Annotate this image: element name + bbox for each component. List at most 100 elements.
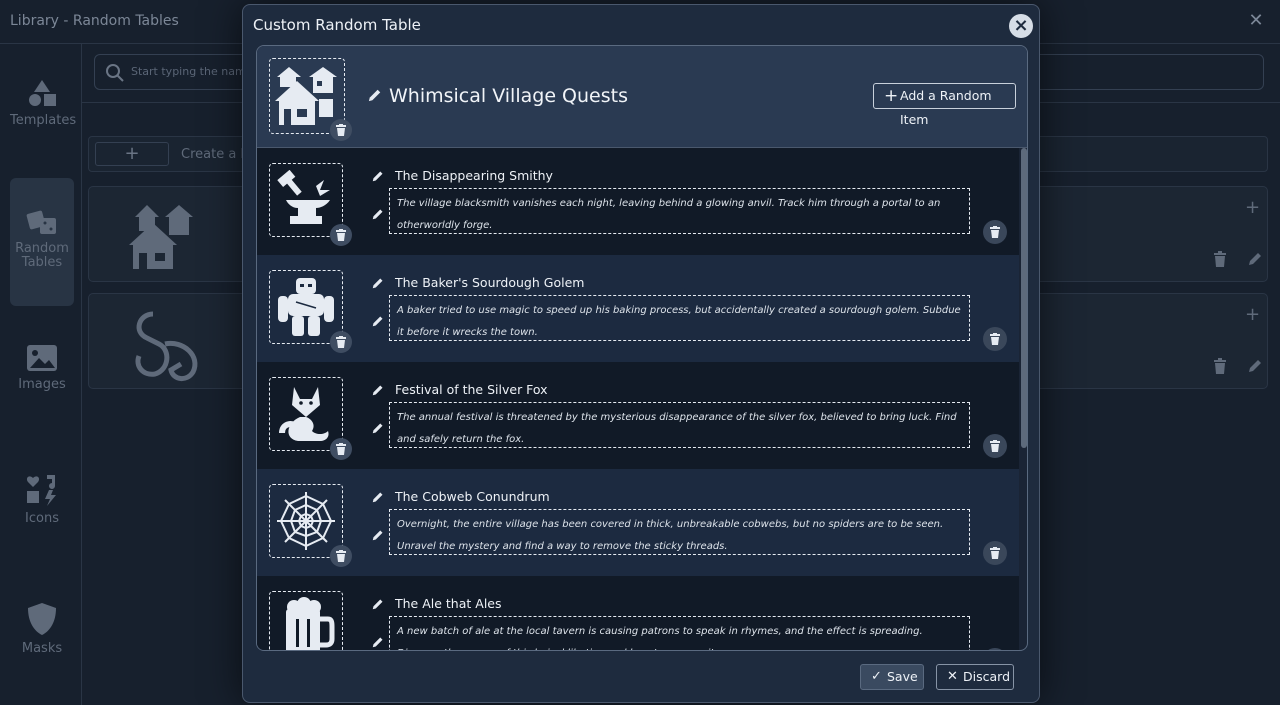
edit-title-icon[interactable] (372, 491, 384, 503)
trash-icon (336, 442, 346, 455)
edit-description-icon[interactable] (372, 208, 384, 220)
nav-item-random-tables[interactable]: Random Tables (10, 178, 74, 306)
delete-item-button[interactable] (983, 648, 1007, 650)
item-image-slot[interactable] (269, 377, 352, 460)
village-icon (129, 205, 193, 269)
edit-description-icon[interactable] (372, 529, 384, 541)
trash-icon (336, 335, 346, 348)
card-trash-icon[interactable] (1213, 358, 1227, 378)
nav-item-masks[interactable]: Masks (10, 602, 74, 662)
random-item-row: Festival of the Silver Fox The annual fe… (257, 362, 1019, 469)
random-table-panel: Whimsical Village Quests + Add a Random … (256, 45, 1028, 651)
plus-icon: + (884, 86, 899, 106)
card-add-icon[interactable]: + (1245, 197, 1260, 218)
check-icon: ✓ (871, 669, 882, 684)
dice-icon (26, 210, 56, 234)
golem-icon (278, 278, 334, 336)
random-item-row: The Cobweb Conundrum Overnight, the enti… (257, 469, 1019, 576)
item-description[interactable]: The village blacksmith vanishes each nig… (389, 188, 970, 234)
item-title: Festival of the Silver Fox (395, 382, 548, 397)
nav-label: Templates (10, 113, 77, 128)
item-description[interactable]: A baker tried to use magic to speed up h… (389, 295, 970, 341)
add-random-item-button[interactable]: + Add a Random Item (873, 83, 1016, 127)
nav-item-templates[interactable]: Templates (10, 78, 77, 148)
create-random-table-button[interactable]: + (95, 142, 169, 166)
village-icon (275, 67, 337, 125)
library-close-icon[interactable]: ✕ (1246, 11, 1266, 31)
close-icon: ✕ (947, 669, 958, 684)
dialog-close-button[interactable]: × (1009, 14, 1033, 38)
trash-icon (990, 439, 1000, 452)
table-image-delete-button[interactable] (330, 119, 352, 141)
item-description[interactable]: The annual festival is threatened by the… (389, 402, 970, 448)
trash-icon (336, 228, 346, 241)
library-sidebar: Templates Random Tables Images Icons Mas… (0, 44, 82, 705)
nav-label: Masks (21, 641, 63, 656)
table-header: Whimsical Village Quests + Add a Random … (257, 46, 1027, 148)
nav-item-images[interactable]: Images (10, 344, 74, 404)
discard-button[interactable]: ✕ Discard (936, 664, 1014, 690)
item-title: The Disappearing Smithy (395, 168, 553, 183)
edit-title-icon[interactable] (372, 598, 384, 610)
item-image-delete-button[interactable] (330, 438, 352, 460)
custom-random-table-dialog: Custom Random Table × Whimsical Village … (242, 4, 1040, 703)
item-description[interactable]: A new batch of ale at the local tavern i… (389, 616, 970, 650)
trash-icon (336, 123, 346, 136)
random-item-row: The Ale that Ales A new batch of ale at … (257, 576, 1019, 650)
card-edit-icon[interactable] (1247, 358, 1263, 378)
hook-icon (135, 311, 198, 381)
item-title: The Baker's Sourdough Golem (395, 275, 585, 290)
table-image-slot[interactable] (269, 58, 352, 141)
item-image-slot[interactable] (269, 591, 343, 650)
close-icon: × (1013, 15, 1029, 36)
card-trash-icon[interactable] (1213, 251, 1227, 271)
card-edit-icon[interactable] (1247, 251, 1263, 271)
add-random-item-label: Add a Random Item (900, 88, 992, 127)
random-item-row: The Baker's Sourdough Golem A baker trie… (257, 255, 1019, 362)
items-scrollbar[interactable] (1021, 148, 1027, 448)
trash-icon (990, 546, 1000, 559)
item-image-delete-button[interactable] (330, 224, 352, 246)
search-placeholder: Start typing the name (131, 65, 253, 78)
delete-item-button[interactable] (983, 434, 1007, 458)
image-icon (27, 345, 57, 371)
edit-table-name-icon[interactable] (368, 88, 382, 102)
item-image-delete-button[interactable] (330, 545, 352, 567)
save-button[interactable]: ✓ Save (860, 664, 924, 690)
create-label: Create a R (181, 147, 250, 162)
delete-item-button[interactable] (983, 220, 1007, 244)
save-label: Save (887, 669, 918, 684)
library-title: Library - Random Tables (10, 13, 179, 29)
delete-item-button[interactable] (983, 541, 1007, 565)
trash-icon (336, 549, 346, 562)
random-item-row: The Disappearing Smithy The village blac… (257, 148, 1019, 255)
nav-label: Random Tables (15, 241, 69, 270)
card-add-icon[interactable]: + (1245, 304, 1260, 325)
shield-icon (28, 603, 56, 635)
edit-title-icon[interactable] (372, 170, 384, 182)
dialog-title: Custom Random Table (253, 16, 421, 34)
item-image-slot[interactable] (269, 163, 352, 246)
edit-description-icon[interactable] (372, 422, 384, 434)
edit-title-icon[interactable] (372, 384, 384, 396)
nav-item-icons[interactable]: Icons (10, 472, 74, 532)
random-items-list: The Disappearing Smithy The village blac… (257, 148, 1019, 650)
beer-mug-icon (286, 597, 335, 650)
edit-description-icon[interactable] (372, 315, 384, 327)
trash-icon (990, 225, 1000, 238)
nav-label: Icons (25, 511, 59, 526)
item-image-slot[interactable] (269, 484, 352, 567)
shapes-icon (29, 80, 56, 106)
table-name: Whimsical Village Quests (389, 85, 628, 107)
edit-description-icon[interactable] (372, 636, 384, 648)
item-title: The Ale that Ales (395, 596, 502, 611)
edit-title-icon[interactable] (372, 277, 384, 289)
delete-item-button[interactable] (983, 327, 1007, 351)
spiderweb-icon (277, 492, 335, 550)
item-title: The Cobweb Conundrum (395, 489, 550, 504)
icons-icon (26, 475, 56, 506)
item-image-slot[interactable] (269, 270, 352, 353)
item-description[interactable]: Overnight, the entire village has been c… (389, 509, 970, 555)
item-image-delete-button[interactable] (330, 331, 352, 353)
discard-label: Discard (963, 669, 1010, 684)
